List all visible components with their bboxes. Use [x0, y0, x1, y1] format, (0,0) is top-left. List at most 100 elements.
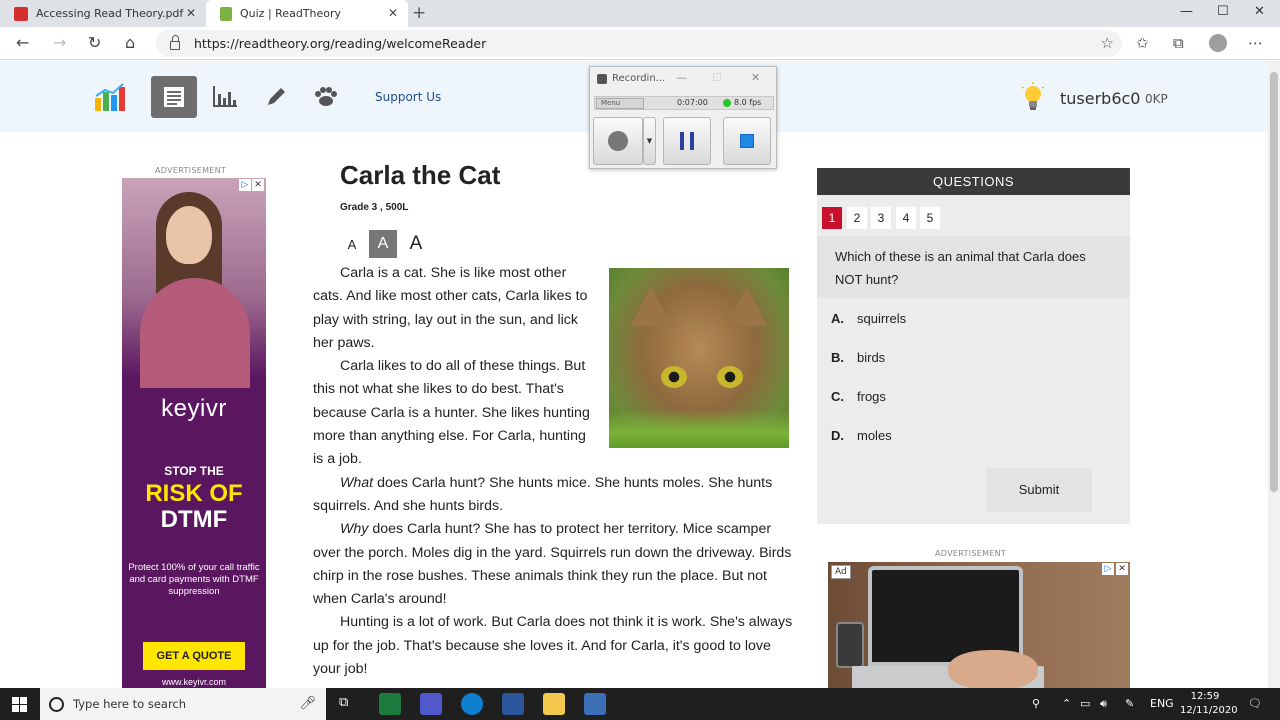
record-options-dropdown[interactable]: ▼ [643, 117, 656, 165]
story-paragraph: Why does Carla hunt? She has to protect … [313, 521, 792, 608]
story-paragraph: Hunting is a lot of work. But Carla does… [313, 614, 793, 678]
favorites-icon[interactable]: ✩ [1136, 34, 1149, 52]
username[interactable]: tuserb6c0 [1060, 89, 1140, 108]
home-icon[interactable]: ⌂ [125, 33, 135, 52]
favorite-star-icon[interactable]: ☆ [1101, 34, 1114, 52]
notifications-icon[interactable]: 🗨︎ [1248, 697, 1262, 710]
question-number-4[interactable]: 4 [896, 207, 916, 229]
teams-app-icon[interactable] [420, 693, 442, 715]
nav-stats[interactable] [203, 76, 247, 118]
people-icon[interactable]: ⚲ [1032, 697, 1040, 710]
nav-reading[interactable] [151, 76, 197, 118]
close-tab-icon[interactable]: ✕ [388, 6, 398, 20]
document-icon [164, 87, 184, 107]
adchoices-icon[interactable]: ▷ [239, 179, 251, 191]
support-us-link[interactable]: Support Us [375, 90, 441, 104]
right-advertisement[interactable]: Ad ▷ ✕ [828, 562, 1130, 688]
system-clock[interactable]: 12:59 12/11/2020 [1180, 690, 1238, 718]
tab-title: Quiz | ReadTheory [240, 7, 342, 20]
nav-community[interactable] [303, 76, 347, 118]
close-window-icon[interactable]: ✕ [1254, 4, 1265, 19]
url-text: https://readtheory.org/reading/welcomeRe… [194, 36, 487, 51]
answer-option-c[interactable]: C. frogs [831, 383, 1121, 409]
url-field[interactable]: https://readtheory.org/reading/welcomeRe… [156, 30, 1122, 57]
ad-headline-1: STOP THE [164, 464, 224, 478]
back-icon[interactable]: ← [16, 33, 29, 52]
status-dot-icon [723, 99, 731, 107]
taskbar-search[interactable]: Type here to search 🎤︎ [40, 688, 326, 720]
tab-quiz[interactable]: Quiz | ReadTheory ✕ [206, 0, 408, 27]
word-app-icon[interactable] [502, 693, 524, 715]
close-tab-icon[interactable]: ✕ [186, 6, 196, 20]
stop-button[interactable] [723, 117, 771, 165]
recording-time: 0:07:00 [677, 98, 708, 107]
pen-icon[interactable]: ✎ [1125, 697, 1134, 710]
question-number-3[interactable]: 3 [871, 207, 891, 229]
clock-date: 12/11/2020 [1180, 705, 1238, 716]
volume-icon[interactable]: 🔊︎ [1100, 697, 1107, 711]
knowledge-points: 0KP [1145, 92, 1168, 106]
new-tab-icon[interactable]: + [412, 3, 426, 23]
pencil-icon [268, 88, 285, 105]
microphone-icon[interactable]: 🎤︎ [299, 696, 316, 711]
close-ad-icon[interactable]: ✕ [1116, 563, 1128, 575]
adchoices-icon[interactable]: ▷ [1102, 563, 1114, 575]
ad-photo [122, 178, 266, 388]
recorder-app-icon [597, 74, 607, 84]
ad-body: Protect 100% of your call traffic and ca… [128, 562, 260, 597]
get-a-quote-button[interactable]: GET A QUOTE [143, 642, 245, 670]
close-ad-icon[interactable]: ✕ [252, 179, 264, 191]
maximize-icon[interactable]: ☐ [1217, 4, 1229, 19]
profile-avatar[interactable] [1209, 34, 1227, 52]
windows-start-icon[interactable] [12, 697, 27, 712]
ad-hand-graphic [948, 650, 1038, 688]
left-advertisement[interactable]: ▷ ✕ keyivr STOP THE RISK OF DTMF Protect… [122, 178, 266, 688]
tab-pdf[interactable]: Accessing Read Theory.pdf ✕ [0, 0, 206, 27]
record-icon [608, 131, 628, 151]
nav-write[interactable] [254, 76, 298, 118]
refresh-icon[interactable]: ↻ [88, 33, 101, 52]
file-explorer-icon[interactable] [543, 693, 565, 715]
language-indicator[interactable]: ENG [1150, 697, 1174, 710]
edge-app-icon[interactable] [461, 693, 483, 715]
answer-option-a[interactable]: A. squirrels [831, 305, 1121, 331]
paw-icon [315, 87, 337, 106]
recording-fps: 8.0 fps [734, 98, 762, 107]
answer-option-b[interactable]: B. birds [831, 344, 1121, 370]
lock-icon [170, 35, 180, 50]
scrollbar-thumb[interactable] [1270, 72, 1278, 492]
question-number-1[interactable]: 1 [822, 207, 842, 229]
battery-icon[interactable]: ▭ [1080, 697, 1090, 710]
screen-recorder-window: Recordin... — ☐ ✕ Menu 0:07:00 8.0 fps ▼ [589, 66, 777, 169]
chevron-down-icon: ▼ [646, 137, 653, 145]
maximize-icon[interactable]: ☐ [712, 71, 722, 84]
ad-phone-graphic [836, 622, 864, 668]
sims-app-icon[interactable] [379, 693, 401, 715]
show-hidden-icons[interactable]: ⌃ [1062, 697, 1071, 710]
recorder-menu-button[interactable]: Menu [596, 98, 644, 109]
task-view-icon[interactable]: ⧉ [339, 695, 348, 710]
collections-icon[interactable]: ⧉ [1173, 34, 1184, 52]
answer-option-d[interactable]: D. moles [831, 422, 1121, 448]
forward-icon[interactable]: → [53, 33, 66, 52]
submit-button[interactable]: Submit [986, 468, 1092, 512]
stop-icon [740, 134, 754, 148]
question-number-2[interactable]: 2 [847, 207, 867, 229]
question-number-5[interactable]: 5 [920, 207, 940, 229]
pause-button[interactable] [663, 117, 711, 165]
nav-progress[interactable] [88, 76, 132, 118]
record-button[interactable] [593, 117, 643, 165]
browser-tab-bar: Accessing Read Theory.pdf ✕ Quiz | ReadT… [0, 0, 1280, 27]
readtheory-favicon-icon [220, 6, 232, 21]
minimize-icon[interactable]: — [676, 71, 687, 84]
font-size-small-button[interactable]: A [343, 230, 361, 258]
font-size-large-button[interactable]: A [404, 230, 428, 258]
story-title: Carla the Cat [340, 160, 501, 190]
more-options-icon[interactable]: ⋯ [1248, 34, 1263, 52]
close-icon[interactable]: ✕ [751, 71, 760, 84]
font-size-medium-button[interactable]: A [369, 230, 397, 258]
questions-panel: QUESTIONS 1 2 3 4 5 Which of these is an… [817, 168, 1130, 524]
minimize-icon[interactable]: — [1180, 4, 1193, 19]
recorder-app-icon[interactable] [584, 693, 606, 715]
ad-headline-2: RISK OF [145, 480, 243, 507]
